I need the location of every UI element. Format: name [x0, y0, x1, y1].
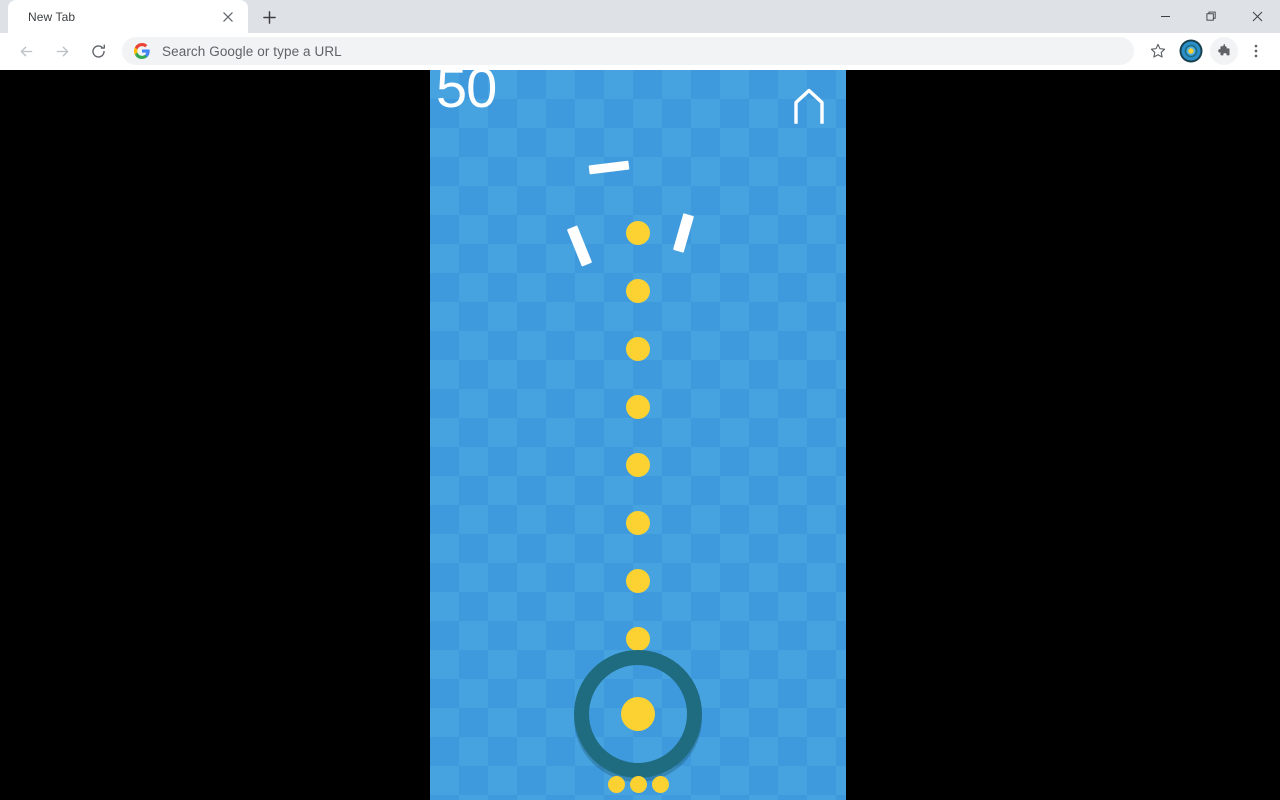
- player-ball: [621, 697, 655, 731]
- forward-icon[interactable]: [47, 36, 77, 66]
- omnibox[interactable]: Search Google or type a URL: [122, 37, 1134, 65]
- bookmark-star-icon[interactable]: [1144, 37, 1172, 65]
- burst-particle-right: [672, 213, 694, 253]
- browser-toolbar: Search Google or type a URL: [0, 33, 1280, 70]
- circle-game-icon[interactable]: [1176, 36, 1206, 66]
- google-g-icon: [133, 43, 150, 59]
- collectible-dot: [626, 511, 650, 535]
- score-display: 50: [436, 70, 497, 119]
- tab-title: New Tab: [28, 9, 76, 24]
- home-icon[interactable]: [788, 84, 830, 126]
- collectible-dot: [626, 337, 650, 361]
- back-icon[interactable]: [11, 36, 41, 66]
- extensions-puzzle-icon[interactable]: [1210, 37, 1238, 65]
- minimize-icon[interactable]: [1142, 0, 1188, 32]
- life-indicator-dot: [651, 775, 669, 793]
- burst-particle-top: [588, 160, 630, 174]
- maximize-icon[interactable]: [1188, 0, 1234, 32]
- close-icon[interactable]: [218, 7, 238, 27]
- page-viewport: 50: [0, 70, 1280, 800]
- life-indicator-dot: [607, 775, 625, 793]
- browser-window: New Tab Search Google or type a URL 50: [0, 0, 1280, 800]
- window-controls: [1142, 0, 1280, 32]
- tab-strip: New Tab: [0, 0, 1280, 33]
- collectible-dot: [626, 221, 650, 245]
- game-canvas[interactable]: 50: [430, 70, 846, 800]
- collectible-dot: [626, 453, 650, 477]
- collectible-dot: [626, 569, 650, 593]
- burst-particle-left: [566, 225, 592, 267]
- collectible-dot: [626, 627, 650, 651]
- address-input[interactable]: Search Google or type a URL: [162, 44, 342, 59]
- collectible-dot: [626, 279, 650, 303]
- new-tab-icon[interactable]: [255, 3, 283, 31]
- close-window-icon[interactable]: [1234, 0, 1280, 32]
- chrome-menu-icon[interactable]: [1242, 37, 1270, 65]
- collectible-dot: [626, 395, 650, 419]
- life-indicator-dot: [629, 775, 647, 793]
- tab-new-tab[interactable]: New Tab: [8, 0, 248, 33]
- reload-icon[interactable]: [83, 36, 113, 66]
